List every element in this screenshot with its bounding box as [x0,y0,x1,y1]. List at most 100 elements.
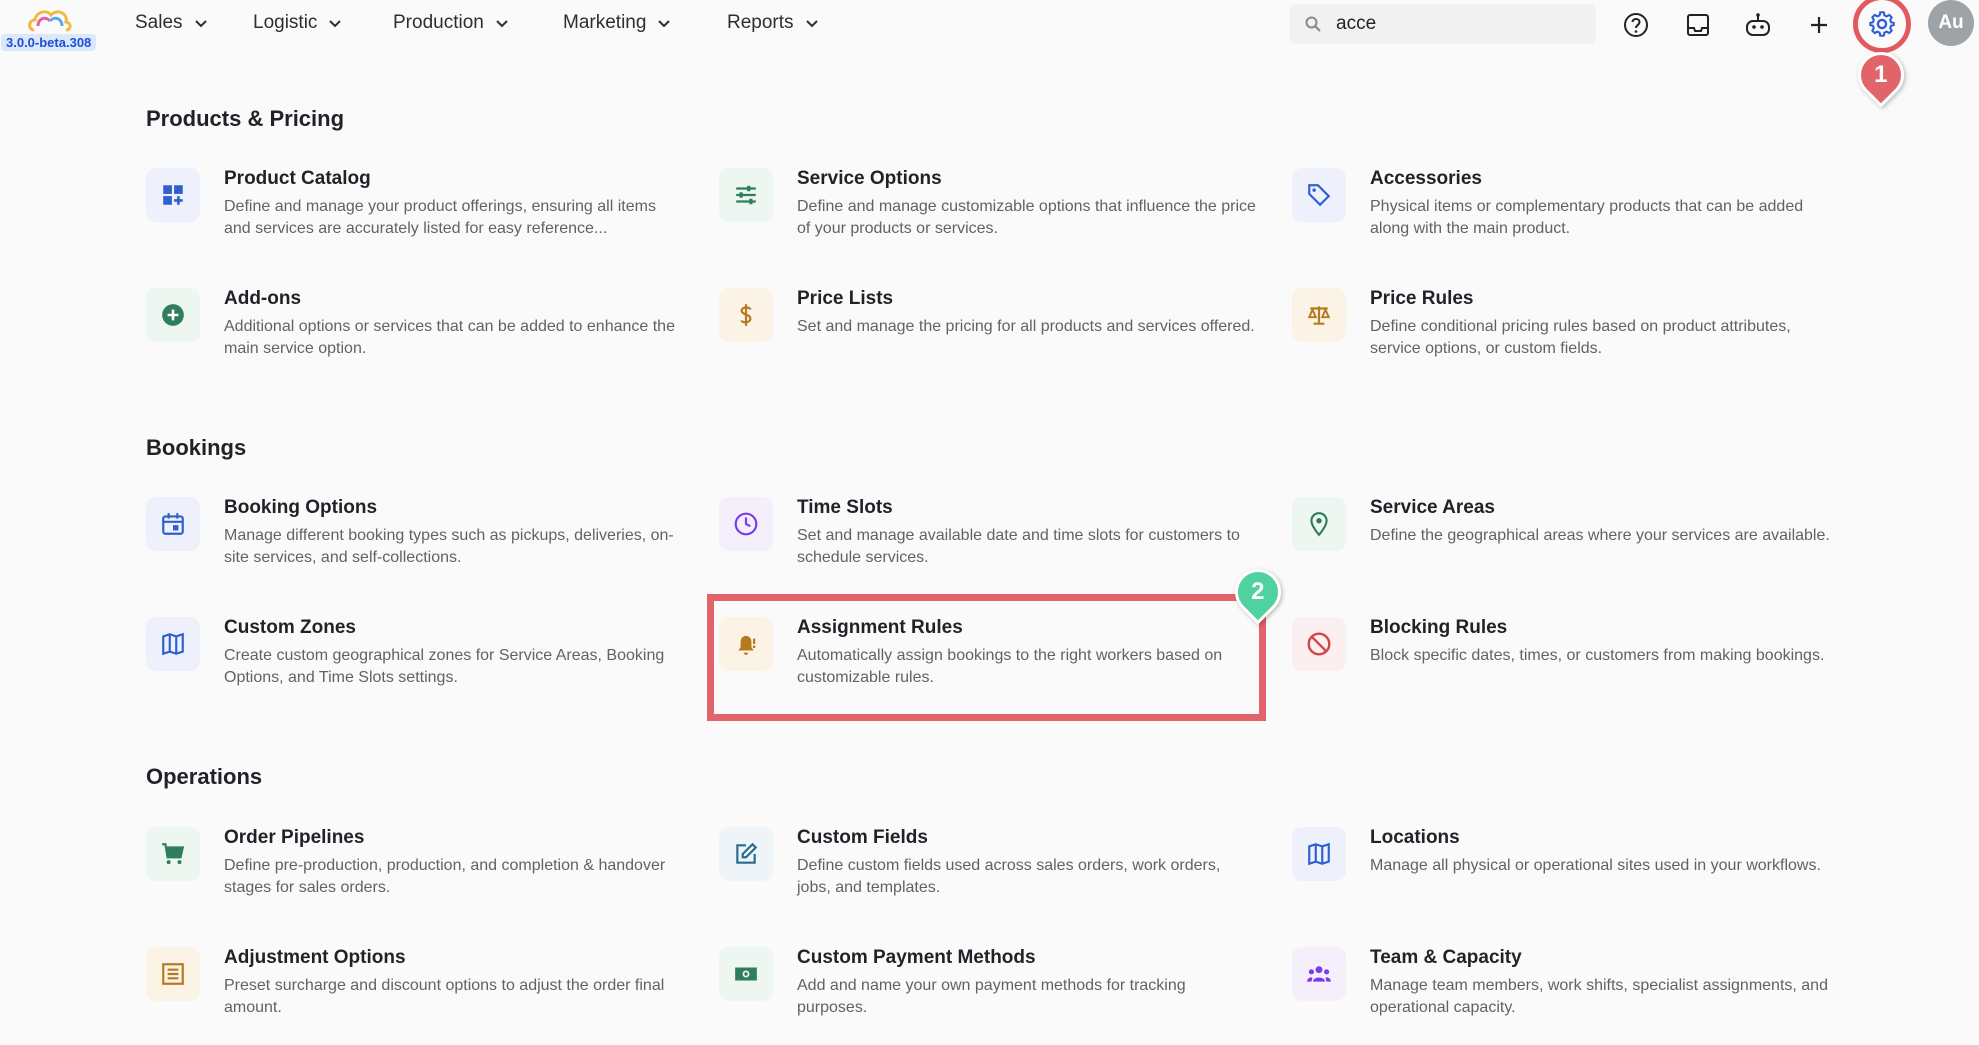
nav-production[interactable]: Production [393,12,510,34]
card-description: Manage team members, work shifts, specia… [1370,977,1828,1016]
card-custom-fields[interactable]: Custom Fields Define custom fields used … [719,827,1259,927]
card-price-lists[interactable]: Price Lists Set and manage the pricing f… [719,288,1259,388]
card-description: Block specific dates, times, or customer… [1370,647,1825,664]
chevron-down-icon [329,20,342,28]
dollar-icon [719,288,773,342]
card-custom-zones[interactable]: Custom Zones Create custom geographical … [146,617,686,717]
chevron-down-icon [194,20,207,28]
card-add-ons[interactable]: Add-ons Additional options or services t… [146,288,686,388]
location-pin-icon [1292,497,1346,551]
cash-icon [719,947,773,1001]
assistant-button[interactable] [1743,10,1773,40]
search-input[interactable] [1336,13,1576,35]
step-marker-1: 1 [1848,42,1914,108]
card-description: Manage all physical or operational sites… [1370,857,1821,874]
card-title: Order Pipelines [224,827,365,848]
card-locations[interactable]: Locations Manage all physical or operati… [1292,827,1832,927]
add-button[interactable] [1804,10,1834,40]
card-service-areas[interactable]: Service Areas Define the geographical ar… [1292,497,1832,597]
card-title: Blocking Rules [1370,617,1508,638]
card-description: Define conditional pricing rules based o… [1370,318,1791,357]
nav-logistic[interactable]: Logistic [253,12,343,34]
map-icon [1292,827,1346,881]
card-description: Define and manage your product offerings… [224,198,656,237]
cart-icon [146,827,200,881]
card-description: Preset surcharge and discount options to… [224,977,665,1016]
card-title: Service Options [797,168,942,189]
card-title: Booking Options [224,497,378,518]
card-service-options[interactable]: Service Options Define and manage custom… [719,168,1259,268]
nav-marketing[interactable]: Marketing [563,12,672,34]
card-description: Create custom geographical zones for Ser… [224,647,665,686]
gear-icon [1869,11,1895,37]
card-title: Price Lists [797,288,894,309]
plus-circle-icon [146,288,200,342]
help-icon [1624,13,1648,37]
card-accessories[interactable]: Accessories Physical items or complement… [1292,168,1832,268]
calendar-icon [146,497,200,551]
card-order-pipelines[interactable]: Order Pipelines Define pre-production, p… [146,827,686,927]
block-icon [1292,617,1346,671]
avatar[interactable]: Au [1928,0,1974,46]
card-blocking-rules[interactable]: Blocking Rules Block specific dates, tim… [1292,617,1832,717]
section-title-operations: Operations [146,764,263,789]
section-title-bookings: Bookings [146,435,247,460]
card-booking-options[interactable]: Booking Options Manage different booking… [146,497,686,597]
card-description: Define the geographical areas where your… [1370,527,1830,544]
card-description: Set and manage the pricing for all produ… [797,318,1255,335]
card-title: Custom Fields [797,827,928,848]
nav-reports-label: Reports [727,12,794,33]
highlight-box [707,594,1266,721]
card-title: Custom Zones [224,617,356,638]
card-description: Add and name your own payment methods fo… [797,977,1186,1016]
chevron-down-icon [805,20,818,28]
section-title-products-pricing: Products & Pricing [146,106,345,131]
step-marker-1-label: 1 [1874,61,1888,89]
settings-button[interactable] [1853,0,1911,53]
clock-icon [719,497,773,551]
edit-icon [719,827,773,881]
card-time-slots[interactable]: Time Slots Set and manage available date… [719,497,1259,597]
card-team-capacity[interactable]: Team & Capacity Manage team members, wor… [1292,947,1832,1045]
chevron-down-icon [658,20,671,28]
inbox-button[interactable] [1683,10,1713,40]
app-logo[interactable] [26,4,74,34]
step-marker-2-label: 2 [1251,578,1265,606]
card-title: Locations [1370,827,1460,848]
card-adjustment-options[interactable]: Adjustment Options Preset surcharge and … [146,947,686,1045]
card-description: Additional options or services that can … [224,318,675,357]
tag-icon [1292,168,1346,222]
card-description: Define pre-production, production, and c… [224,857,666,896]
card-description: Define and manage customizable options t… [797,198,1256,237]
top-bar: 3.0.0-beta.308 Sales Logistic Production… [0,0,1979,53]
card-description: Set and manage available date and time s… [797,527,1240,566]
robot-icon [1746,13,1770,36]
card-description: Manage different booking types such as p… [224,527,674,566]
nav-logistic-label: Logistic [253,12,318,33]
card-title: Time Slots [797,497,893,518]
card-title: Product Catalog [224,168,371,189]
card-custom-payment-methods[interactable]: Custom Payment Methods Add and name your… [719,947,1259,1045]
card-price-rules[interactable]: Price Rules Define conditional pricing r… [1292,288,1832,388]
nav-marketing-label: Marketing [563,12,647,33]
card-title: Service Areas [1370,497,1496,518]
card-product-catalog[interactable]: Product Catalog Define and manage your p… [146,168,686,268]
card-description: Physical items or complementary products… [1370,198,1804,237]
card-description: Define custom fields used across sales o… [797,857,1221,896]
sliders-icon [719,168,773,222]
nav-reports[interactable]: Reports [727,12,820,34]
help-button[interactable] [1621,10,1651,40]
plus-icon [1811,17,1827,33]
nav-sales-label: Sales [135,12,183,33]
map-icon [146,617,200,671]
team-icon [1292,947,1346,1001]
list-icon [146,947,200,1001]
nav-production-label: Production [393,12,484,33]
card-title: Add-ons [224,288,302,309]
card-title: Custom Payment Methods [797,947,1036,968]
search-box[interactable] [1290,4,1596,44]
card-title: Price Rules [1370,288,1474,309]
chevron-down-icon [496,20,508,28]
scale-icon [1292,288,1346,342]
nav-sales[interactable]: Sales [135,12,209,34]
